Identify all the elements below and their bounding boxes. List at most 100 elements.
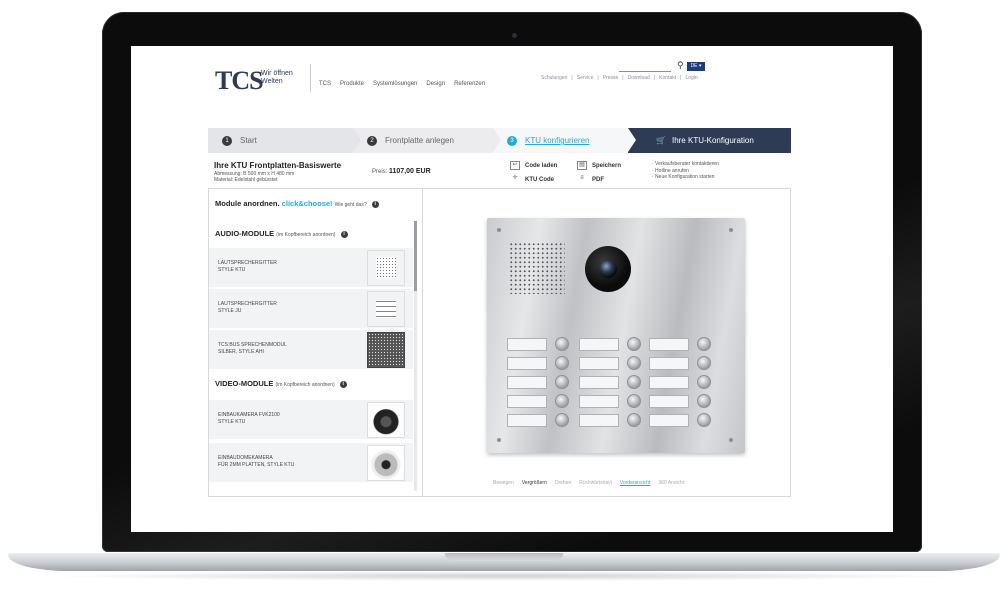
cart-icon: 🛒 [656,136,666,145]
name-plate[interactable] [579,414,619,427]
bell-button[interactable] [697,394,711,408]
service-item-kontakt[interactable]: Kontakt [659,75,676,81]
bell-button[interactable] [555,375,569,389]
tcs-logo[interactable]: TCS [215,66,264,96]
help-links: · Verkaufsberater kontaktieren · Hotline… [652,161,719,181]
service-nav: Schulungen | Service | Presse | Download | K… [541,75,698,81]
service-item-login[interactable]: Login [685,75,697,81]
name-plate[interactable] [507,376,547,389]
bell-button[interactable] [627,413,641,427]
tab-vorderansicht[interactable]: Vorderansicht [620,480,651,486]
step-konfigurieren[interactable]: 3 KTU konfigurieren [493,128,636,153]
nav-item-design[interactable]: Design [426,81,445,87]
faceplate-preview[interactable] [487,218,745,453]
name-plate[interactable] [507,414,547,427]
name-plate[interactable] [579,357,619,370]
pdf-label: PDF [592,176,604,183]
bell-button[interactable] [555,356,569,370]
tab-drehen[interactable]: Drehen [555,480,571,486]
name-plate[interactable] [649,376,689,389]
name-plate[interactable] [579,376,619,389]
module-line: STYLE KTU [218,266,246,273]
nav-item-tcs[interactable]: TCS [319,81,331,87]
step-start[interactable]: 1 Start [208,128,361,153]
audio-title: AUDIO-MODULE [215,229,275,238]
nav-item-referenzen[interactable]: Referenzen [454,81,485,87]
bell-button[interactable] [627,337,641,351]
bell-button[interactable] [627,375,641,389]
bell-button[interactable] [627,356,641,370]
step-frontplatte[interactable]: 2 Frontplatte anlegen [353,128,501,153]
tab-bewegen[interactable]: Bewegen [493,480,514,486]
name-plate[interactable] [649,338,689,351]
click-choose: click&choose! [281,199,333,208]
code-laden-button[interactable]: ↩ Code laden [510,161,557,170]
name-plate[interactable] [649,414,689,427]
bell-button[interactable] [555,394,569,408]
how-link[interactable]: Wie geht das? [335,202,367,208]
laptop-notch [445,553,563,561]
crosshair-icon: ✛ [512,175,518,181]
step-label: Start [240,136,257,145]
module-item[interactable]: LAUTSPRECHERGITTER STYLE KTU [209,247,413,287]
search-icon[interactable]: ⚲ [677,60,684,71]
folder-icon: ↩ [510,161,520,170]
logo-divider [310,64,311,92]
speichern-label: Speichern [592,162,622,169]
tab-rueckwaertsnavi[interactable]: Rückwärtsnavi [579,480,612,486]
speaker-slots-thumbnail [367,291,405,327]
bell-button[interactable] [627,394,641,408]
screw [729,438,733,442]
screw [497,438,501,442]
info-icon[interactable]: i [371,200,379,208]
price: Preis: 1107,00 EUR [372,168,431,175]
bell-button[interactable] [555,337,569,351]
info-icon[interactable]: i [339,380,347,388]
bell-button[interactable] [697,413,711,427]
service-item-schulungen[interactable]: Schulungen [541,75,567,81]
module-item[interactable]: EINBAUKAMERA FVK2100 STYLE KTU [209,399,413,439]
scrollbar-thumb[interactable] [414,221,417,291]
tagline-line: Wir öffnen [261,70,293,77]
speichern-button[interactable]: ▤ Speichern [577,161,621,170]
step-label: KTU konfigurieren [525,136,590,145]
bell-button[interactable] [697,375,711,389]
name-plate[interactable] [579,395,619,408]
speech-module-thumbnail [367,332,405,368]
module-item[interactable]: TCS:BUS SPRECHENMODUL SILBER, STYLE AHI [209,329,413,369]
arrange-title: Module anordnen. [215,199,280,208]
step-ihre-konfiguration[interactable]: 🛒 Ihre KTU-Konfiguration [628,128,791,153]
nav-item-systemloesungen[interactable]: Systemlösungen [373,81,417,87]
laptop-shadow [40,571,968,581]
tab-vergroessern[interactable]: Vergrößern [522,480,547,486]
pdf-button[interactable]: ≡ PDF [577,175,604,184]
module-line: STYLE KTU [218,418,246,425]
name-plate[interactable] [649,357,689,370]
search-input[interactable] [619,62,671,72]
step-bar: 1 Start 2 Frontplatte anlegen 3 KTU konf… [208,128,791,153]
bell-button[interactable] [697,356,711,370]
language-select[interactable]: DE ▾ [687,62,705,71]
service-item-download[interactable]: Download [628,75,650,81]
link-neue-konfiguration[interactable]: · Neue Konfiguration starten [652,174,719,181]
name-plate[interactable] [649,395,689,408]
bell-button[interactable] [555,413,569,427]
nav-item-produkte[interactable]: Produkte [340,81,364,87]
tab-360-ansicht[interactable]: 360 Ansicht [658,480,684,486]
info-icon[interactable]: i [340,230,348,238]
module-name: LAUTSPRECHERGITTER STYLE KTU [218,260,348,273]
link-verkaufsberater[interactable]: · Verkaufsberater kontaktieren [652,161,719,168]
module-item[interactable]: LAUTSPRECHERGITTER STYLE JU [209,288,413,328]
module-item[interactable]: EINBAUDOMEKAMERA FÜR 2MM PLATTEN, STYLE … [209,442,413,482]
name-plate[interactable] [507,357,547,370]
name-plate[interactable] [507,395,547,408]
name-plate[interactable] [579,338,619,351]
speaker-grille-thumbnail [367,250,405,286]
video-section-title: VIDEO-MODULE (im Kopfbereich anordnen) i [215,379,347,388]
service-item-service[interactable]: Service [577,75,594,81]
name-plate[interactable] [507,338,547,351]
bell-button[interactable] [697,337,711,351]
service-item-presse[interactable]: Presse [603,75,619,81]
price-value: 1107,00 EUR [389,168,431,175]
ktu-code-button[interactable]: ✛ KTU Code [510,175,554,184]
